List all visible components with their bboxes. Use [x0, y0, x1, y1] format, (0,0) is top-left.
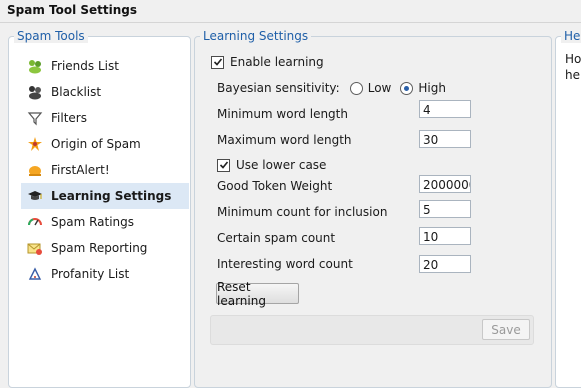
good-token-weight-label: Good Token Weight — [217, 179, 333, 193]
reset-learning-button[interactable]: Reset learning — [216, 280, 299, 308]
graduation-cap-icon — [26, 187, 44, 205]
bayesian-high-radio[interactable] — [400, 81, 414, 95]
tool-item-profanity-list[interactable]: Profanity List — [21, 261, 189, 287]
window-title: Spam Tool Settings — [7, 3, 138, 17]
tool-item-label: Learning Settings — [51, 189, 172, 203]
tool-item-label: Profanity List — [51, 267, 130, 281]
window-titlebar: Spam Tool Settings — [0, 0, 581, 23]
certain-spam-count-input[interactable]: 10 — [419, 227, 471, 245]
tool-item-label: Filters — [51, 111, 87, 125]
min-word-length-input[interactable]: 4 — [419, 100, 471, 118]
bayesian-sensitivity-label: Bayesian sensitivity: — [217, 81, 340, 95]
blacklist-icon — [26, 83, 44, 101]
tool-item-friends-list[interactable]: Friends List — [21, 53, 189, 79]
radio-selected-dot — [404, 85, 410, 91]
help-text-line: hel — [565, 68, 581, 82]
report-icon — [26, 239, 44, 257]
save-bar: Save — [210, 315, 534, 345]
lower-case-label: Use lower case — [236, 158, 327, 172]
filter-icon — [26, 109, 44, 127]
enable-learning-label: Enable learning — [230, 55, 324, 69]
origin-icon — [26, 135, 44, 153]
alert-icon — [26, 161, 44, 179]
enable-learning-checkbox[interactable] — [211, 55, 224, 69]
enable-learning-row[interactable]: Enable learning — [211, 55, 324, 69]
spam-tools-group: Spam Tools Friends List Blacklist Filter… — [8, 29, 191, 388]
friends-icon — [26, 57, 44, 75]
bayesian-low-label[interactable]: Low — [368, 81, 392, 95]
max-word-length-label: Maximum word length — [217, 133, 352, 147]
tool-item-label: Friends List — [51, 59, 119, 73]
save-button[interactable]: Save — [482, 319, 530, 340]
gauge-icon — [26, 213, 44, 231]
bayesian-high-label[interactable]: High — [418, 81, 446, 95]
tool-item-origin-of-spam[interactable]: Origin of Spam — [21, 131, 189, 157]
tool-item-blacklist[interactable]: Blacklist — [21, 79, 189, 105]
spam-tools-legend: Spam Tools — [14, 29, 88, 43]
profanity-icon — [26, 265, 44, 283]
tool-item-label: Origin of Spam — [51, 137, 141, 151]
tool-item-spam-ratings[interactable]: Spam Ratings — [21, 209, 189, 235]
min-count-inclusion-label: Minimum count for inclusion — [217, 205, 388, 219]
tool-item-label: FirstAlert! — [51, 163, 110, 177]
lower-case-row[interactable]: Use lower case — [217, 158, 326, 172]
tool-item-spam-reporting[interactable]: Spam Reporting — [21, 235, 189, 261]
min-word-length-label: Minimum word length — [217, 107, 348, 121]
lower-case-checkbox[interactable] — [217, 158, 230, 172]
tool-item-label: Blacklist — [51, 85, 102, 99]
bayesian-low-radio[interactable] — [349, 81, 363, 95]
learning-settings-group: Learning Settings Enable learning Bayesi… — [194, 29, 552, 388]
tool-item-learning-settings[interactable]: Learning Settings — [21, 183, 189, 209]
max-word-length-input[interactable]: 30 — [419, 130, 471, 148]
interesting-word-count-input[interactable]: 20 — [419, 255, 471, 273]
spam-tools-list: Friends List Blacklist Filters Origin of… — [21, 53, 189, 287]
learning-settings-legend: Learning Settings — [200, 29, 312, 43]
bayesian-sensitivity-row: Bayesian sensitivity: Low High — [217, 81, 446, 95]
tool-item-filters[interactable]: Filters — [21, 105, 189, 131]
tool-item-label: Spam Reporting — [51, 241, 148, 255]
tool-item-firstalert[interactable]: FirstAlert! — [21, 157, 189, 183]
good-token-weight-input[interactable]: 200000000 — [419, 175, 471, 193]
min-count-inclusion-input[interactable]: 5 — [419, 200, 471, 218]
certain-spam-count-label: Certain spam count — [217, 231, 336, 245]
help-legend: Hel — [561, 29, 581, 43]
help-text: Ho hel — [565, 51, 581, 83]
help-text-line: Ho — [565, 52, 581, 66]
help-group: Hel Ho hel — [555, 29, 581, 388]
interesting-word-count-label: Interesting word count — [217, 257, 353, 271]
tool-item-label: Spam Ratings — [51, 215, 135, 229]
